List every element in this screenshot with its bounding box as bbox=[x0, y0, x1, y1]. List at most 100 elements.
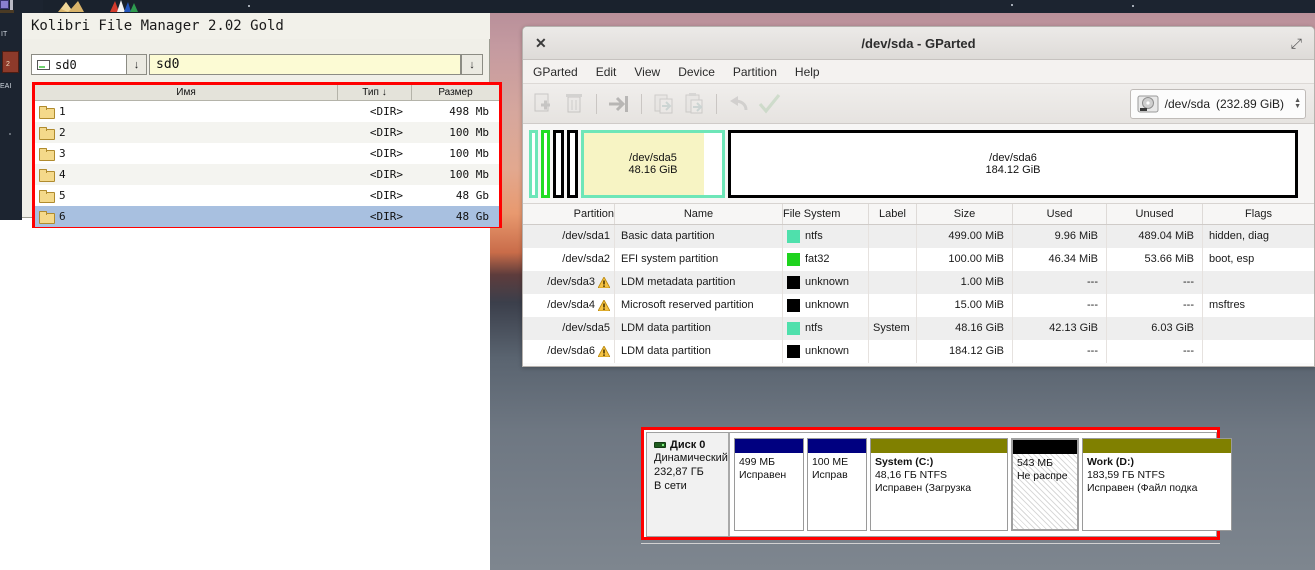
file-type: <DIR> bbox=[369, 105, 403, 118]
column-header-name[interactable]: Name bbox=[615, 204, 783, 224]
file-size: 100 Mb bbox=[449, 168, 489, 181]
device-selector-size: (232.89 GiB) bbox=[1216, 97, 1285, 111]
drive-combo[interactable]: sd0 bbox=[31, 54, 127, 75]
table-row[interactable]: 5 <DIR> 48 Gb bbox=[35, 185, 499, 206]
file-name: 4 bbox=[59, 168, 66, 181]
table-row[interactable]: /dev/sda5 LDM data partition ntfs System 48.… bbox=[523, 317, 1314, 340]
column-header-name[interactable]: Имя bbox=[35, 85, 337, 100]
column-header-label[interactable]: Label bbox=[869, 204, 917, 224]
volume-block[interactable]: Work (D:) 183,59 ГБ NTFS Исправен (Файл по… bbox=[1081, 438, 1232, 531]
file-name-cell: 2 bbox=[35, 126, 337, 140]
menu-item-gparted[interactable]: GParted bbox=[533, 65, 578, 79]
partition-graphic-5[interactable]: /dev/sda5 48.16 GiB bbox=[581, 130, 725, 198]
table-row[interactable]: 6 <DIR> 48 Gb bbox=[35, 206, 499, 227]
close-icon[interactable]: ✕ bbox=[535, 36, 547, 50]
menu-item-partition[interactable]: Partition bbox=[733, 65, 777, 79]
cell-partition: /dev/sda5 bbox=[523, 317, 615, 340]
disk-status: В сети bbox=[654, 480, 687, 492]
table-row[interactable]: /dev/sda2 EFI system partition fat32 100.00… bbox=[523, 248, 1314, 271]
resize-move-icon[interactable] bbox=[606, 91, 632, 117]
cell-name: LDM data partition bbox=[615, 317, 783, 340]
gparted-window[interactable]: ✕ /dev/sda - GParted ⤢ GParted Edit View De… bbox=[522, 26, 1315, 367]
disk-info-column[interactable]: Диск 0 Динамический 232,87 ГБ В сети bbox=[647, 433, 730, 536]
table-row[interactable]: /dev/sda6 LDM data partition unknown 184.12… bbox=[523, 340, 1314, 363]
cell-unused: 53.66 MiB bbox=[1107, 248, 1203, 271]
table-row[interactable]: 3 <DIR> 100 Mb bbox=[35, 143, 499, 164]
filesystem-color-chip bbox=[787, 276, 800, 289]
folder-icon bbox=[39, 127, 55, 140]
pencil-icon[interactable] bbox=[57, 0, 85, 13]
file-size: 48 Gb bbox=[455, 189, 489, 202]
column-header-partition[interactable]: Partition bbox=[523, 204, 615, 224]
partition-graphic-body bbox=[541, 130, 550, 198]
diskmgmt-panel[interactable]: Диск 0 Динамический 232,87 ГБ В сети 499… bbox=[646, 432, 1232, 537]
column-header-size[interactable]: Size bbox=[917, 204, 1013, 224]
volume-block[interactable]: 499 МБ Исправен bbox=[733, 438, 804, 531]
partition-graphic-4[interactable] bbox=[567, 130, 578, 198]
apply-icon[interactable] bbox=[756, 91, 782, 117]
table-row[interactable]: 4 <DIR> 100 Mb bbox=[35, 164, 499, 185]
table-row[interactable]: 2 <DIR> 100 Mb bbox=[35, 122, 499, 143]
app-icon-purple[interactable] bbox=[0, 0, 9, 9]
path-dropdown-button[interactable]: ↓ bbox=[461, 54, 483, 75]
undo-icon[interactable] bbox=[726, 91, 752, 117]
kolibri-file-manager-window[interactable]: Kolibri File Manager 2.02 Gold sd0 ↓ sd0… bbox=[22, 13, 502, 228]
volume-color-cap bbox=[734, 439, 803, 453]
file-name-cell: 3 bbox=[35, 147, 337, 161]
partitions-table-header: Partition Name File System Label Size Used Unu… bbox=[523, 204, 1314, 225]
spinner-down-icon[interactable]: ▼ bbox=[1294, 103, 1301, 110]
partition-graphic-body: /dev/sda6 184.12 GiB bbox=[728, 130, 1298, 198]
partition-graphic-1[interactable] bbox=[529, 130, 538, 198]
drive-combo-dropdown-button[interactable]: ↓ bbox=[127, 54, 147, 75]
path-input[interactable]: sd0 bbox=[149, 54, 461, 75]
partition-graphic-3[interactable] bbox=[553, 130, 564, 198]
column-header-flags[interactable]: Flags bbox=[1203, 204, 1314, 224]
copy-icon[interactable] bbox=[651, 91, 677, 117]
disk-type: Динамический bbox=[654, 452, 728, 464]
column-header-type[interactable]: Тип ↓ bbox=[337, 85, 411, 100]
book-icon[interactable]: 2 bbox=[2, 51, 19, 73]
gparted-titlebar[interactable]: ✕ /dev/sda - GParted ⤢ bbox=[523, 27, 1314, 60]
column-header-file-system[interactable]: File System bbox=[783, 204, 869, 224]
partitions-table-body: /dev/sda1 Basic data partition ntfs 499.00 … bbox=[523, 225, 1314, 363]
delete-partition-icon[interactable] bbox=[561, 91, 587, 117]
partition-graphic-body bbox=[567, 130, 578, 198]
menu-item-edit[interactable]: Edit bbox=[596, 65, 617, 79]
maximize-icon[interactable]: ⤢ bbox=[1291, 35, 1302, 51]
device-selector-spinner[interactable]: ▲ ▼ bbox=[1294, 97, 1301, 110]
file-type: <DIR> bbox=[369, 147, 403, 160]
column-header-unused[interactable]: Unused bbox=[1107, 204, 1203, 224]
folder-icon bbox=[39, 211, 55, 224]
cell-flags bbox=[1203, 340, 1314, 363]
colorful-app-icon[interactable] bbox=[110, 0, 138, 13]
menu-item-device[interactable]: Device bbox=[678, 65, 715, 79]
partition-graphic-2[interactable] bbox=[541, 130, 550, 198]
disk-title: Диск 0 bbox=[670, 439, 706, 451]
menu-item-help[interactable]: Help bbox=[795, 65, 820, 79]
folder-icon bbox=[39, 169, 55, 182]
partition-path: /dev/sda1 bbox=[562, 230, 610, 242]
column-header-size[interactable]: Размер bbox=[411, 85, 499, 100]
volume-block[interactable]: 100 МЕ Исправ bbox=[806, 438, 867, 531]
cell-label bbox=[869, 294, 917, 317]
table-row[interactable]: 1 <DIR> 498 Mb bbox=[35, 101, 499, 122]
partition-graphic-6[interactable]: /dev/sda6 184.12 GiB bbox=[728, 130, 1298, 198]
menu-item-view[interactable]: View bbox=[634, 65, 660, 79]
device-selector[interactable]: /dev/sda (232.89 GiB) ▲ ▼ bbox=[1129, 89, 1306, 119]
table-row[interactable]: /dev/sda3 LDM metadata partition unknown 1.… bbox=[523, 271, 1314, 294]
volume-status: Исправен (Загрузка bbox=[874, 482, 972, 494]
drive-icon bbox=[37, 59, 50, 70]
table-row[interactable]: /dev/sda4 Microsoft reserved partition unk… bbox=[523, 294, 1314, 317]
volume-block[interactable]: System (C:) 48,16 ГБ NTFS Исправен (Загруз… bbox=[869, 438, 1008, 531]
file-name: 3 bbox=[59, 147, 66, 160]
volume-block[interactable]: 543 МБ Не распре bbox=[1010, 438, 1079, 531]
partition-graphic-body: /dev/sda5 48.16 GiB bbox=[581, 130, 725, 198]
warning-icon bbox=[598, 346, 610, 357]
new-partition-icon[interactable] bbox=[531, 91, 557, 117]
cell-name: LDM metadata partition bbox=[615, 271, 783, 294]
table-row[interactable]: /dev/sda1 Basic data partition ntfs 499.00 … bbox=[523, 225, 1314, 248]
paste-icon[interactable] bbox=[681, 91, 707, 117]
file-type: <DIR> bbox=[369, 189, 403, 202]
volume-title: Work (D:) bbox=[1086, 456, 1135, 468]
column-header-used[interactable]: Used bbox=[1013, 204, 1107, 224]
